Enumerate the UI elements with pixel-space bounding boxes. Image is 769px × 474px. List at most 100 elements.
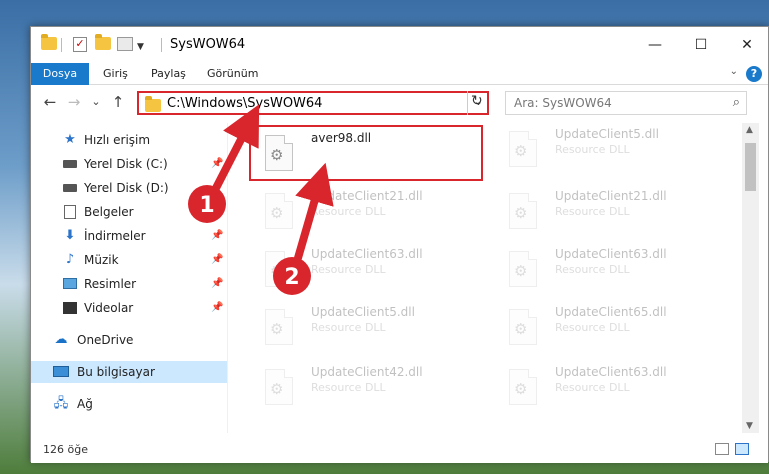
file-description: Resource DLL [311,205,386,218]
file-name: aver98.dll [311,131,372,145]
file-item[interactable]: ⚙ UpdateClient63.dll Resource DLL [495,361,725,413]
address-folder-icon [145,96,161,112]
sidebar-item-label: Videolar [84,301,134,315]
file-description: Resource DLL [311,321,386,334]
music-icon: ♪ [65,252,75,267]
pin-icon[interactable]: 📌 [211,278,223,289]
pin-icon[interactable]: 📌 [211,230,223,241]
dll-file-icon: ⚙ [265,251,293,287]
sidebar-item-local-disk-c[interactable]: Yerel Disk (C:) 📌 [31,153,227,175]
properties-check-icon[interactable]: ✓ [73,37,87,53]
file-description: Resource DLL [311,263,386,276]
search-placeholder[interactable]: Ara: SysWOW64 [514,96,612,110]
sidebar-item-quick-access[interactable]: ★ Hızlı erişim [31,129,227,151]
file-item[interactable]: ⚙ UpdateClient63.dll Resource DLL [495,243,725,295]
tab-home[interactable]: Giriş [93,63,138,85]
navigation-pane-divider[interactable] [227,123,228,433]
pictures-icon [62,277,78,291]
onedrive-icon: ☁ [54,332,68,347]
dll-file-icon: ⚙ [509,251,537,287]
file-name: UpdateClient5.dll [311,305,415,319]
file-description: Resource DLL [555,143,630,156]
sidebar-item-this-pc[interactable]: Bu bilgisayar [31,361,227,383]
pin-icon[interactable]: 📌 [211,302,223,313]
search-icon[interactable]: ⌕ [733,95,740,110]
large-icons-view-icon[interactable] [735,443,749,455]
sidebar-item-documents[interactable]: Belgeler [31,201,227,223]
file-name: UpdateClient21.dll [311,189,423,203]
sidebar-item-label: Ağ [77,397,93,411]
file-item[interactable]: ⚙ UpdateClient65.dll Resource DLL [495,301,725,353]
scroll-up-icon[interactable]: ▲ [746,125,753,135]
file-list: ⚙ aver98.dll ⚙ UpdateClient5.dll Resourc… [237,123,741,433]
sidebar-item-label: Yerel Disk (C:) [84,157,168,171]
file-item-aver98[interactable]: ⚙ aver98.dll [249,125,483,181]
minimize-button[interactable]: — [632,27,678,63]
pin-icon[interactable]: 📌 [211,158,223,169]
search-box[interactable]: Ara: SysWOW64 ⌕ [505,91,747,115]
maximize-button[interactable]: ☐ [678,27,724,63]
file-item[interactable]: ⚙ UpdateClient5.dll Resource DLL [251,301,481,353]
file-name: UpdateClient21.dll [555,189,667,203]
forward-button[interactable]: → [65,93,83,111]
status-bar: 126 öğe [31,437,768,463]
ribbon-expand-icon[interactable]: ⌄ [730,66,738,77]
up-button[interactable]: ↑ [109,93,127,111]
refresh-button[interactable]: ↻ [467,91,489,115]
tab-view[interactable]: Görünüm [197,63,268,85]
sidebar-item-label: Belgeler [84,205,134,219]
scrollbar-thumb[interactable] [745,143,756,191]
dll-file-icon: ⚙ [265,135,293,171]
recent-locations-button[interactable]: ⌄ [87,95,105,108]
navigation-pane: ★ Hızlı erişim Yerel Disk (C:) 📌 Yerel D… [31,123,227,433]
dll-file-icon: ⚙ [509,369,537,405]
pin-icon[interactable]: 📌 [211,254,223,265]
properties-icon[interactable] [117,37,133,53]
file-name: UpdateClient65.dll [555,305,667,319]
scroll-down-icon[interactable]: ▼ [746,421,753,431]
file-name: UpdateClient63.dll [555,365,667,379]
refresh-icon: ↻ [471,93,483,109]
details-view-icon[interactable] [715,443,729,455]
sidebar-item-pictures[interactable]: Resimler 📌 [31,273,227,295]
dll-file-icon: ⚙ [509,131,537,167]
file-item[interactable]: ⚙ UpdateClient5.dll Resource DLL [495,123,725,175]
sidebar-item-music[interactable]: ♪ Müzik 📌 [31,249,227,271]
sidebar-item-label: Resimler [84,277,137,291]
address-path[interactable]: C:\Windows\SysWOW64 [167,96,322,111]
title-bar: ✓ ▼ SysWOW64 — ☐ ✕ [31,27,768,63]
sidebar-item-onedrive[interactable]: ☁ OneDrive [31,329,227,351]
explorer-window: ✓ ▼ SysWOW64 — ☐ ✕ Dosya Giriş Paylaş Gö… [30,26,769,463]
file-item[interactable]: ⚙ UpdateClient42.dll Resource DLL [251,361,481,413]
qat-customize-icon[interactable]: ▼ [137,38,144,54]
tab-share[interactable]: Paylaş [141,63,196,85]
tab-file[interactable]: Dosya [31,63,89,85]
file-item[interactable]: ⚙ UpdateClient63.dll Resource DLL [251,243,481,295]
file-description: Resource DLL [555,321,630,334]
window-title: SysWOW64 [170,37,246,52]
help-icon[interactable]: ? [746,66,762,82]
downloads-icon: ⬇ [64,228,76,243]
vertical-scrollbar[interactable]: ▲ ▼ [742,123,759,433]
file-item[interactable]: ⚙ UpdateClient21.dll Resource DLL [251,185,481,237]
close-button[interactable]: ✕ [724,27,769,63]
sidebar-item-videos[interactable]: Videolar 📌 [31,297,227,319]
sidebar-item-label: Bu bilgisayar [77,365,155,379]
sidebar-item-label: Müzik [84,253,119,267]
drive-icon [62,181,78,195]
file-description: Resource DLL [311,381,386,394]
new-folder-icon[interactable] [95,34,111,53]
this-pc-icon [53,365,69,379]
sidebar-item-downloads[interactable]: ⬇ İndirmeler 📌 [31,225,227,247]
drive-icon [62,157,78,171]
file-description: Resource DLL [555,381,630,394]
file-item[interactable]: ⚙ UpdateClient21.dll Resource DLL [495,185,725,237]
sidebar-item-network[interactable]: 🖧 Ağ [31,393,227,415]
address-bar[interactable]: C:\Windows\SysWOW64 ⌄ [137,91,489,115]
sidebar-item-local-disk-d[interactable]: Yerel Disk (D:) [31,177,227,199]
dll-file-icon: ⚙ [265,309,293,345]
back-button[interactable]: ← [41,93,59,111]
qat-separator [61,38,62,52]
folder-icon [41,34,57,53]
navigation-bar: ← → ⌄ ↑ C:\Windows\SysWOW64 ⌄ ↻ Ara: Sys… [31,85,768,121]
